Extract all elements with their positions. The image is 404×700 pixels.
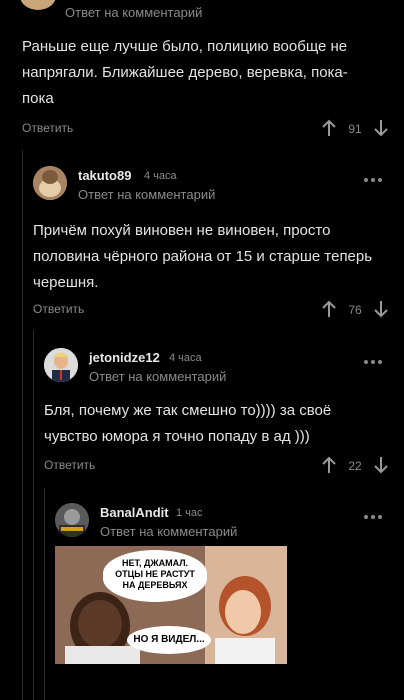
comment-text: Раньше еще лучше было, полицию вообще не… (22, 38, 348, 107)
vote-count: 76 (348, 303, 362, 317)
thread-line (33, 330, 34, 700)
reply-to-label[interactable]: Ответ на комментарий (89, 369, 226, 384)
avatar (20, 0, 56, 10)
arrow-down-icon[interactable] (373, 456, 389, 474)
username[interactable]: takuto89 (78, 168, 131, 183)
reply-button[interactable]: Ответить (44, 458, 95, 472)
reply-button[interactable]: Ответить (22, 121, 73, 135)
more-dots-icon[interactable] (364, 353, 386, 364)
timestamp: 4 часа (144, 170, 177, 182)
timestamp: 1 час (176, 507, 203, 519)
thread-line (22, 150, 23, 700)
avatar[interactable] (55, 503, 89, 537)
thread-line (44, 488, 45, 700)
more-dots-icon[interactable] (364, 171, 386, 182)
reply-to-label[interactable]: Ответ на комментарий (78, 187, 215, 202)
vote-count: 91 (348, 122, 362, 136)
speech-bubble: НО Я ВИДЕЛ... (127, 626, 211, 654)
vote-count: 22 (348, 459, 362, 473)
comment-text: Бля, почему же так смешно то)))) за своё… (44, 402, 332, 445)
speech-bubble: НЕТ, ДЖАМАЛ. ОТЦЫ НЕ РАСТУТ НА ДЕРЕВЬЯХ (103, 550, 207, 602)
avatar[interactable] (33, 166, 67, 200)
arrow-up-icon[interactable] (321, 300, 337, 318)
username[interactable]: BanalAndit (100, 505, 169, 520)
arrow-up-icon[interactable] (321, 119, 337, 137)
more-dots-icon[interactable] (364, 508, 386, 519)
arrow-down-icon[interactable] (373, 119, 389, 137)
timestamp: 4 часа (169, 352, 202, 364)
reply-button[interactable]: Ответить (33, 302, 84, 316)
comment-text: Причём похуй виновен не виновен, просто … (33, 222, 373, 291)
arrow-up-icon[interactable] (321, 456, 337, 474)
reply-to-label[interactable]: Ответ на комментарий (100, 524, 237, 539)
arrow-down-icon[interactable] (373, 300, 389, 318)
username[interactable]: jetonidze12 (89, 350, 160, 365)
reply-to-label: Ответ на комментарий (65, 5, 203, 20)
meme-image[interactable]: НЕТ, ДЖАМАЛ. ОТЦЫ НЕ РАСТУТ НА ДЕРЕВЬЯХ … (55, 546, 287, 664)
avatar[interactable] (44, 348, 78, 382)
